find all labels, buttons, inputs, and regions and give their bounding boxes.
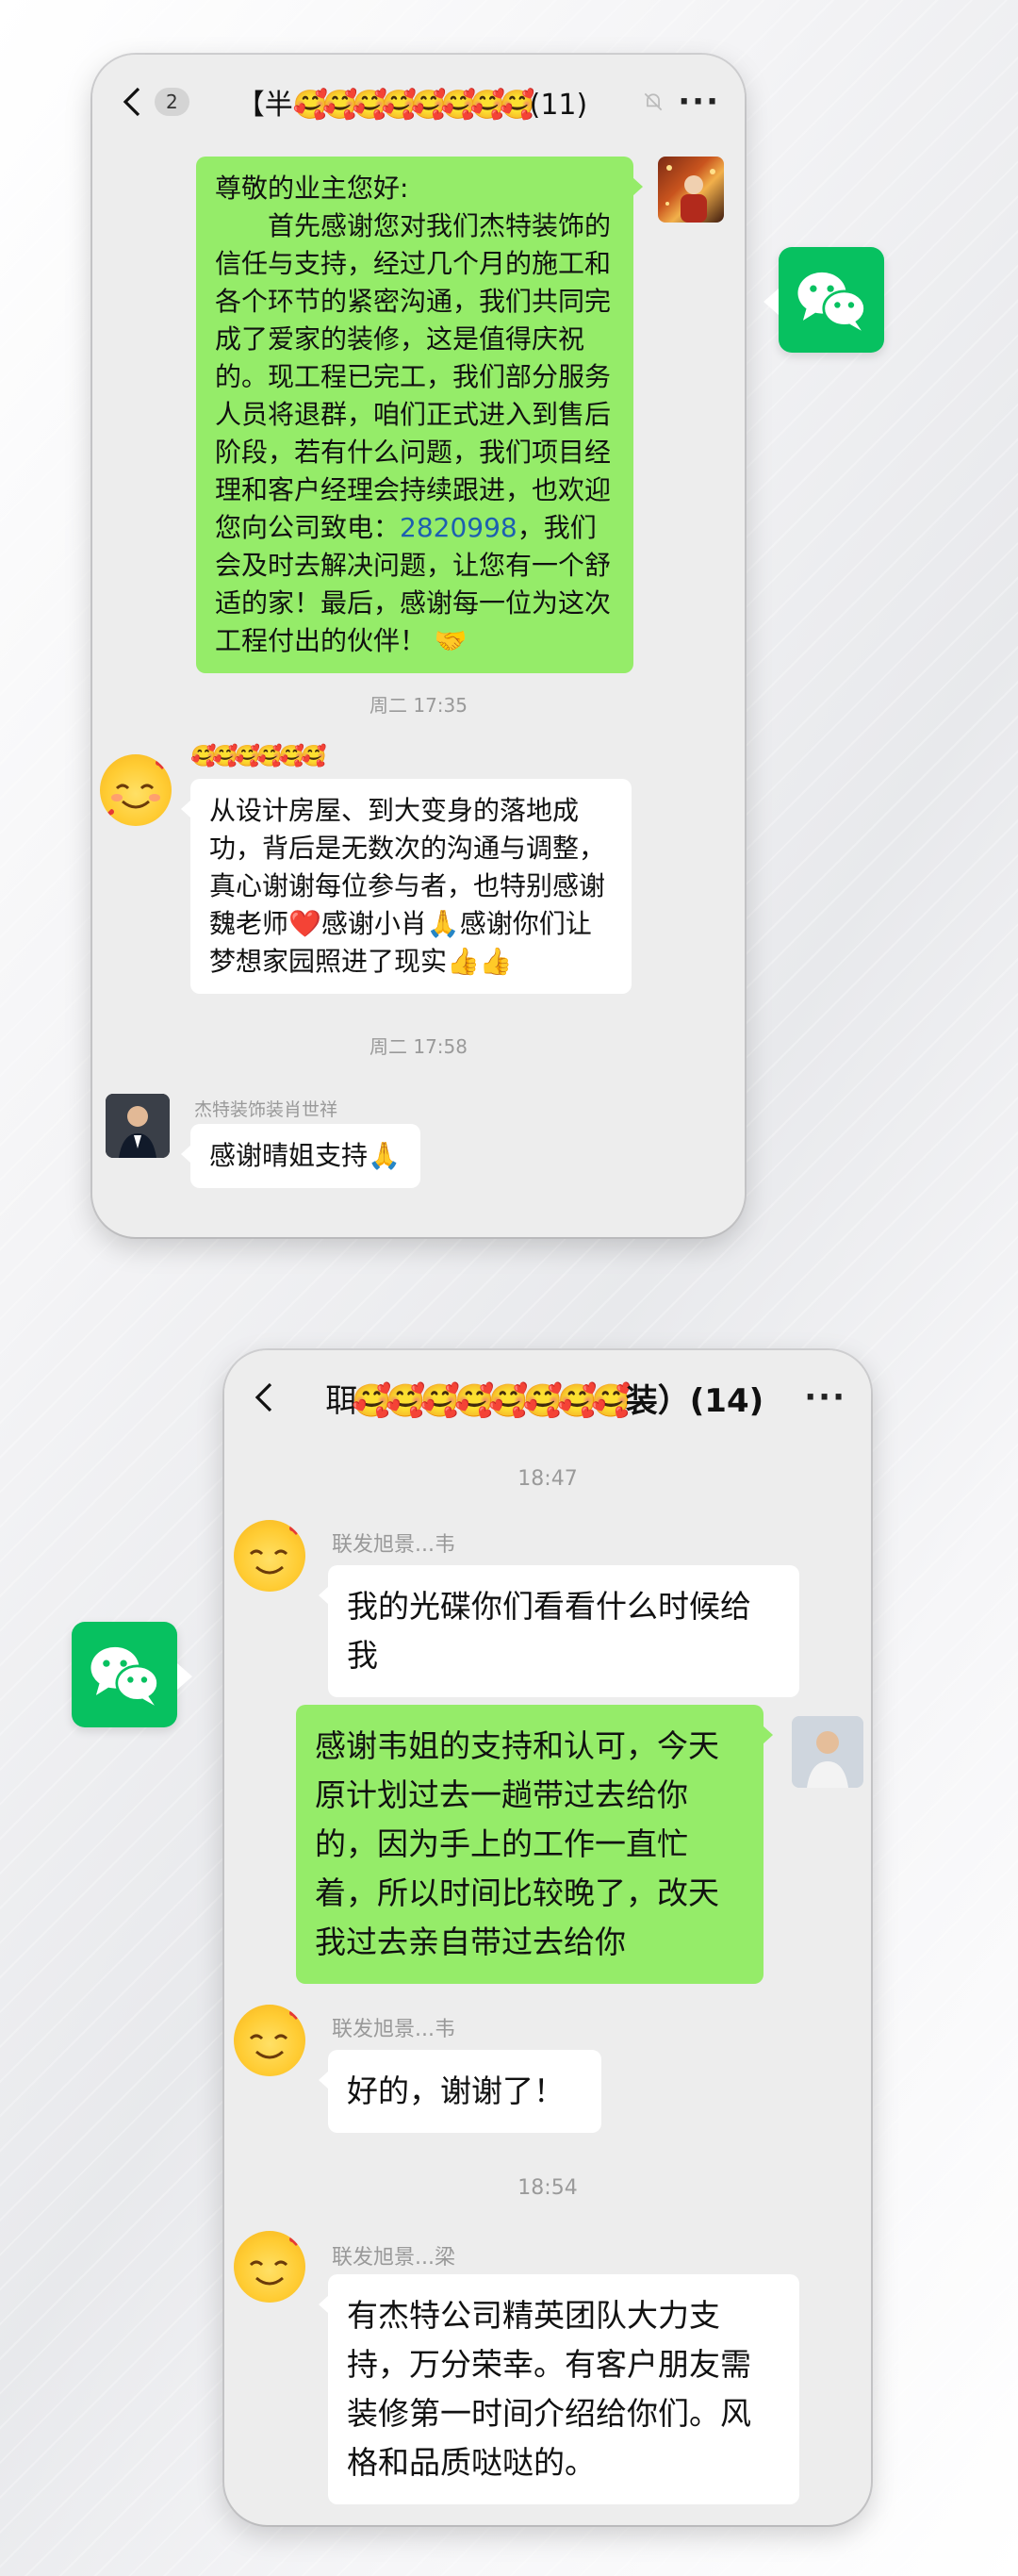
sender-avatar[interactable] <box>106 1094 170 1158</box>
phone-number-link[interactable]: 2820998 <box>400 512 517 543</box>
self-avatar[interactable] <box>792 1716 863 1788</box>
smiling-face-hearts-icon <box>249 1526 303 1575</box>
message-bubble-announcement[interactable]: 尊敬的业主您好: 首先感谢您对我们杰特装饰的信任与支持，经过几个月的施工和各个环… <box>196 157 643 673</box>
chat-header: 聑🥰🥰🥰🥰🥰🥰🥰🥰装）(14) ··· <box>224 1350 871 1445</box>
title-count: 装）(14) <box>625 1381 764 1420</box>
title-emojis: 聑🥰🥰🥰🥰🥰🥰🥰🥰 <box>325 1381 632 1420</box>
message-bubble-thanks[interactable]: 从设计房屋、到大变身的落地成功，背后是无数次的沟通与调整，真心谢谢每位参与者，也… <box>181 779 632 994</box>
title-emojis: 🥰🥰🥰🥰🥰🥰🥰🥰 <box>292 89 535 122</box>
smiling-face-hearts-icon <box>249 2237 303 2286</box>
sender-avatar[interactable] <box>234 1520 305 1592</box>
person-photo-icon <box>792 1716 863 1788</box>
chat-screenshot-2: 聑🥰🥰🥰🥰🥰🥰🥰🥰装）(14) ··· 18:47 联发旭景...韦 我的光碟你… <box>224 1350 871 2525</box>
back-icon[interactable] <box>243 1377 285 1418</box>
title-count: (11) <box>529 89 588 122</box>
sender-avatar[interactable] <box>234 2231 305 2303</box>
self-avatar[interactable] <box>658 157 724 223</box>
message-bubble-praise[interactable]: 有杰特公司精英团队大力支持，万分荣幸。有客户朋友需装修第一时间介绍给你们。风格和… <box>319 2274 799 2504</box>
wechat-logo-icon <box>764 247 884 353</box>
more-options-icon[interactable]: ··· <box>678 83 720 121</box>
sender-name: 联发旭景...梁 <box>332 2246 455 2270</box>
wechat-logo-icon <box>72 1622 192 1727</box>
smiling-face-hearts-icon <box>249 2010 303 2059</box>
title-prefix: 【半 <box>236 89 293 122</box>
message-bubble-reply[interactable]: 感谢晴姐支持🙏 <box>181 1124 420 1188</box>
message-bubble-reply[interactable]: 感谢韦姐的支持和认可，今天原计划过去一趟带过去给你的，因为手上的工作一直忙着，所… <box>296 1705 773 1984</box>
chat-title: 【半🥰🥰🥰🥰🥰🥰🥰🥰(11) <box>189 81 635 123</box>
sender-name: 🥰🥰🥰🥰🥰🥰 <box>190 745 326 768</box>
back-icon[interactable] <box>111 81 153 123</box>
chat-title: 聑🥰🥰🥰🥰🥰🥰🥰🥰装）(14) <box>285 1375 804 1421</box>
sender-name: 联发旭景...韦 <box>332 1533 455 1557</box>
sender-name: 联发旭景...韦 <box>332 2018 455 2041</box>
timestamp: 18:47 <box>517 1467 578 1491</box>
timestamp: 周二 17:35 <box>369 694 468 717</box>
smiling-face-hearts-icon <box>101 760 169 818</box>
message-greeting: 尊敬的业主您好: <box>215 173 409 204</box>
timestamp: 周二 17:58 <box>369 1035 468 1058</box>
sender-avatar[interactable] <box>234 2005 305 2076</box>
message-bubble-cd-request[interactable]: 我的光碟你们看看什么时候给我 <box>319 1565 799 1697</box>
more-options-icon[interactable]: ··· <box>804 1379 846 1416</box>
sender-avatar[interactable] <box>100 754 172 826</box>
timestamp: 18:54 <box>517 2176 578 2200</box>
message-bubble-ok[interactable]: 好的，谢谢了！ <box>319 2050 601 2133</box>
person-photo-icon <box>106 1094 170 1158</box>
unread-badge: 2 <box>155 88 189 116</box>
mute-bell-icon <box>634 83 672 121</box>
message-body: 首先感谢您对我们杰特装饰的信任与支持，经过几个月的施工和各个环节的紧密沟通，我们… <box>215 210 612 656</box>
chat-header: 2 【半🥰🥰🥰🥰🥰🥰🥰🥰(11) ··· <box>92 55 745 149</box>
sender-name: 杰特装饰装肖世祥 <box>194 1099 338 1120</box>
chat-screenshot-1: 2 【半🥰🥰🥰🥰🥰🥰🥰🥰(11) ··· 尊敬的业主您好: 首先感谢您对我们杰特… <box>92 55 745 1237</box>
avatar-image-icon <box>665 165 715 223</box>
